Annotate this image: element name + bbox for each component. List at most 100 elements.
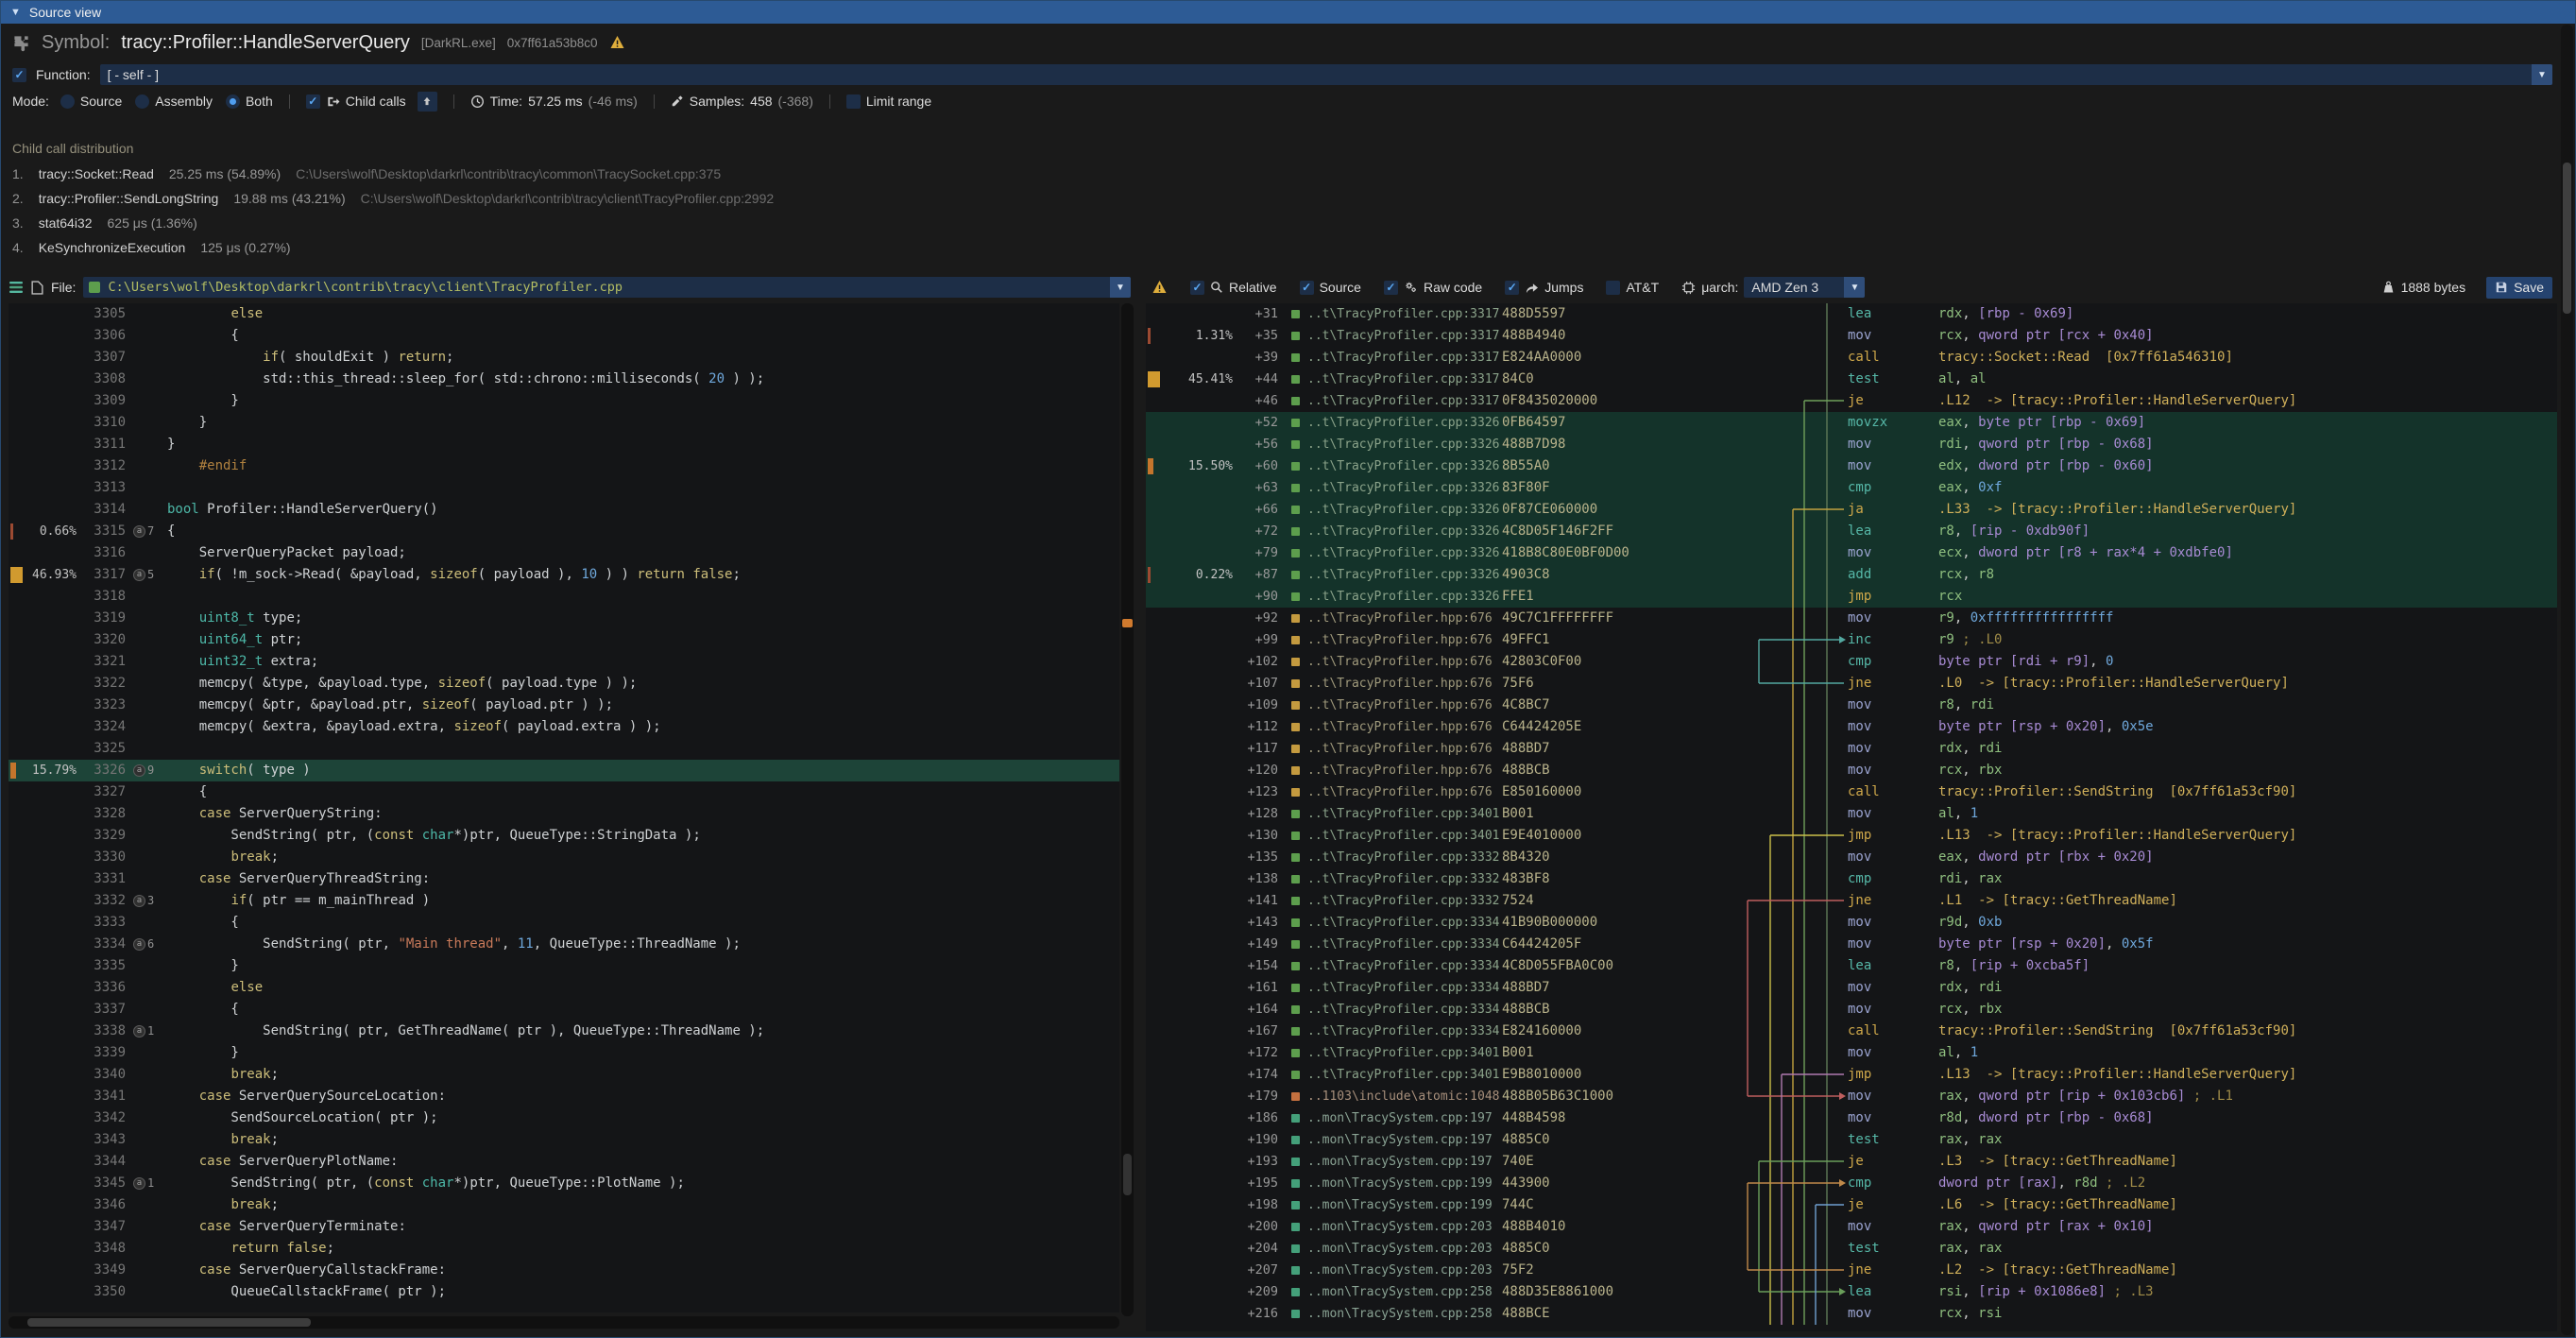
source-line[interactable]: 3336 else bbox=[9, 977, 1119, 999]
source-line[interactable]: 3347 case ServerQueryTerminate: bbox=[9, 1216, 1119, 1238]
source-line[interactable]: 3339 } bbox=[9, 1042, 1119, 1064]
titlebar[interactable]: ▼ Source view bbox=[1, 1, 2575, 24]
raw-code-toggle[interactable]: ✓ Raw code bbox=[1384, 280, 1482, 295]
child-call-row[interactable]: 4.KeSynchronizeExecution125 μs (0.27%) bbox=[12, 235, 2564, 260]
source-line[interactable]: 3324 memcpy( &extra, &payload.extra, siz… bbox=[9, 716, 1119, 738]
source-line[interactable]: 3341 case ServerQuerySourceLocation: bbox=[9, 1086, 1119, 1107]
source-line[interactable]: 3319 uint8_t type; bbox=[9, 608, 1119, 629]
child-calls-checkbox[interactable]: ✓ bbox=[306, 94, 320, 109]
source-line[interactable]: 3342 SendSourceLocation( ptr ); bbox=[9, 1107, 1119, 1129]
asm-row[interactable]: +130..t\TracyProfiler.cpp:3401E9E4010000… bbox=[1146, 825, 2557, 847]
chevron-down-icon[interactable]: ▼ bbox=[1844, 277, 1865, 298]
source-vertical-scrollbar[interactable] bbox=[1121, 303, 1134, 1316]
source-location[interactable]: ..mon\TracySystem.cpp:203 bbox=[1307, 1260, 1502, 1281]
source-line[interactable]: 3348 return false; bbox=[9, 1238, 1119, 1260]
asm-row[interactable]: +161..t\TracyProfiler.cpp:3334488BD7movr… bbox=[1146, 977, 2557, 999]
asm-row[interactable]: +107..t\TracyProfiler.hpp:67675F6jne.L0 … bbox=[1146, 673, 2557, 695]
asm-row[interactable]: +195..mon\TracySystem.cpp:199443900cmpdw… bbox=[1146, 1173, 2557, 1194]
function-checkbox[interactable]: ✓ bbox=[12, 68, 26, 82]
save-button[interactable]: Save bbox=[2486, 277, 2552, 299]
source-location[interactable]: ..t\TracyProfiler.cpp:3401 bbox=[1307, 1042, 1502, 1064]
source-location[interactable]: ..mon\TracySystem.cpp:203 bbox=[1307, 1238, 1502, 1260]
asm-row[interactable]: +123..t\TracyProfiler.hpp:676E850160000c… bbox=[1146, 781, 2557, 803]
source-line[interactable]: 3334a6 SendString( ptr, "Main thread", 1… bbox=[9, 934, 1119, 955]
asm-row[interactable]: +174..t\TracyProfiler.cpp:3401E9B8010000… bbox=[1146, 1064, 2557, 1086]
asm-row[interactable]: +154..t\TracyProfiler.cpp:33344C8D055FBA… bbox=[1146, 955, 2557, 977]
raw-code-checkbox[interactable]: ✓ bbox=[1384, 281, 1398, 295]
child-call-row[interactable]: 2.tracy::Profiler::SendLongString19.88 m… bbox=[12, 186, 2564, 211]
source-location[interactable]: ..mon\TracySystem.cpp:197 bbox=[1307, 1151, 1502, 1173]
source-line[interactable]: 3329 SendString( ptr, (const char*)ptr, … bbox=[9, 825, 1119, 847]
source-location[interactable]: ..t\TracyProfiler.hpp:676 bbox=[1307, 695, 1502, 716]
scrollbar-thumb[interactable] bbox=[2563, 163, 2571, 314]
asm-row[interactable]: +135..t\TracyProfiler.cpp:33328B4320move… bbox=[1146, 847, 2557, 868]
source-line[interactable]: 3340 break; bbox=[9, 1064, 1119, 1086]
source-location[interactable]: ..t\TracyProfiler.cpp:3332 bbox=[1307, 890, 1502, 912]
source-location[interactable]: ..mon\TracySystem.cpp:258 bbox=[1307, 1281, 1502, 1303]
source-location[interactable]: ..t\TracyProfiler.cpp:3326 bbox=[1307, 499, 1502, 521]
source-horizontal-scrollbar[interactable] bbox=[9, 1316, 1119, 1329]
source-line[interactable]: 3349 case ServerQueryCallstackFrame: bbox=[9, 1260, 1119, 1281]
source-line[interactable]: 15.79%3326a9 switch( type ) bbox=[9, 760, 1119, 781]
asm-row[interactable]: 1.31%+35..t\TracyProfiler.cpp:3317488B49… bbox=[1146, 325, 2557, 347]
asm-row[interactable]: +120..t\TracyProfiler.hpp:676488BCBmovrc… bbox=[1146, 760, 2557, 781]
file-combo[interactable]: C:\Users\wolf\Desktop\darkrl\contrib\tra… bbox=[83, 277, 1131, 298]
source-line[interactable]: 3337 { bbox=[9, 999, 1119, 1021]
asm-row[interactable]: +63..t\TracyProfiler.cpp:332683F80Fcmpea… bbox=[1146, 477, 2557, 499]
asm-row[interactable]: +128..t\TracyProfiler.cpp:3401B001moval,… bbox=[1146, 803, 2557, 825]
limit-range-checkbox[interactable] bbox=[846, 94, 861, 109]
source-line[interactable]: 3350 QueueCallstackFrame( ptr ); bbox=[9, 1281, 1119, 1303]
source-line[interactable]: 3310 } bbox=[9, 412, 1119, 434]
radio-icon[interactable] bbox=[135, 94, 149, 109]
asm-row[interactable]: +79..t\TracyProfiler.cpp:3326418B8C80E0B… bbox=[1146, 542, 2557, 564]
source-location[interactable]: ..t\TracyProfiler.cpp:3326 bbox=[1307, 564, 1502, 586]
file-list-icon[interactable] bbox=[9, 281, 24, 294]
asm-row[interactable]: +56..t\TracyProfiler.cpp:3326488B7D98mov… bbox=[1146, 434, 2557, 455]
source-line[interactable]: 3307 if( shouldExit ) return; bbox=[9, 347, 1119, 369]
source-line[interactable]: 3309 } bbox=[9, 390, 1119, 412]
asm-row[interactable]: +66..t\TracyProfiler.cpp:33260F87CE06000… bbox=[1146, 499, 2557, 521]
source-line[interactable]: 3333 { bbox=[9, 912, 1119, 934]
source-location[interactable]: ..mon\TracySystem.cpp:258 bbox=[1307, 1303, 1502, 1325]
source-line[interactable]: 3323 memcpy( &ptr, &payload.ptr, sizeof(… bbox=[9, 695, 1119, 716]
source-location[interactable]: ..1103\include\atomic:1048 bbox=[1307, 1086, 1502, 1107]
assembly-pane[interactable]: +31..t\TracyProfiler.cpp:3317488D5597lea… bbox=[1146, 303, 2557, 1331]
asm-row[interactable]: 45.41%+44..t\TracyProfiler.cpp:331784C0t… bbox=[1146, 369, 2557, 390]
source-pane[interactable]: 3305 else3306 {3307 if( shouldExit ) ret… bbox=[9, 303, 1119, 1312]
collapse-icon[interactable]: ▼ bbox=[10, 7, 21, 18]
source-line[interactable]: 3316 ServerQueryPacket payload; bbox=[9, 542, 1119, 564]
source-line[interactable]: 3318 bbox=[9, 586, 1119, 608]
source-line[interactable]: 3345a1 SendString( ptr, (const char*)ptr… bbox=[9, 1173, 1119, 1194]
source-location[interactable]: ..t\TracyProfiler.cpp:3326 bbox=[1307, 434, 1502, 455]
function-combo[interactable]: [ - self - ] ▼ bbox=[100, 64, 2552, 85]
radio-icon[interactable] bbox=[60, 94, 75, 109]
source-checkbox[interactable]: ✓ bbox=[1300, 281, 1314, 295]
asm-row[interactable]: +149..t\TracyProfiler.cpp:3334C64424205F… bbox=[1146, 934, 2557, 955]
relative-toggle[interactable]: ✓ Relative bbox=[1190, 280, 1277, 295]
source-location[interactable]: ..t\TracyProfiler.hpp:676 bbox=[1307, 629, 1502, 651]
source-location[interactable]: ..t\TracyProfiler.cpp:3317 bbox=[1307, 369, 1502, 390]
source-location[interactable]: ..t\TracyProfiler.cpp:3332 bbox=[1307, 868, 1502, 890]
source-line[interactable]: 3327 { bbox=[9, 781, 1119, 803]
source-location[interactable]: ..t\TracyProfiler.cpp:3401 bbox=[1307, 1064, 1502, 1086]
window-vertical-scrollbar[interactable] bbox=[2561, 25, 2573, 1335]
mode-radio-both[interactable]: Both bbox=[226, 94, 273, 109]
source-location[interactable]: ..t\TracyProfiler.cpp:3334 bbox=[1307, 977, 1502, 999]
source-location[interactable]: ..t\TracyProfiler.hpp:676 bbox=[1307, 673, 1502, 695]
asm-row[interactable]: +102..t\TracyProfiler.hpp:67642803C0F00c… bbox=[1146, 651, 2557, 673]
asm-row[interactable]: +72..t\TracyProfiler.cpp:33264C8D05F146F… bbox=[1146, 521, 2557, 542]
source-location[interactable]: ..t\TracyProfiler.cpp:3317 bbox=[1307, 303, 1502, 325]
asm-row[interactable]: +141..t\TracyProfiler.cpp:33327524jne.L1… bbox=[1146, 890, 2557, 912]
source-location[interactable]: ..mon\TracySystem.cpp:197 bbox=[1307, 1129, 1502, 1151]
source-line[interactable]: 0.66%3315a7{ bbox=[9, 521, 1119, 542]
asm-row[interactable]: +143..t\TracyProfiler.cpp:333441B90B0000… bbox=[1146, 912, 2557, 934]
source-location[interactable]: ..t\TracyProfiler.hpp:676 bbox=[1307, 781, 1502, 803]
source-location[interactable]: ..t\TracyProfiler.cpp:3317 bbox=[1307, 347, 1502, 369]
source-line[interactable]: 3344 case ServerQueryPlotName: bbox=[9, 1151, 1119, 1173]
source-line[interactable]: 3331 case ServerQueryThreadString: bbox=[9, 868, 1119, 890]
source-line[interactable]: 3322 memcpy( &type, &payload.type, sizeo… bbox=[9, 673, 1119, 695]
asm-row[interactable]: +138..t\TracyProfiler.cpp:3332483BF8cmpr… bbox=[1146, 868, 2557, 890]
uarch-combo[interactable]: AMD Zen 3 ▼ bbox=[1744, 277, 1865, 298]
asm-row[interactable]: +52..t\TracyProfiler.cpp:33260FB64597mov… bbox=[1146, 412, 2557, 434]
source-line[interactable]: 3320 uint64_t ptr; bbox=[9, 629, 1119, 651]
